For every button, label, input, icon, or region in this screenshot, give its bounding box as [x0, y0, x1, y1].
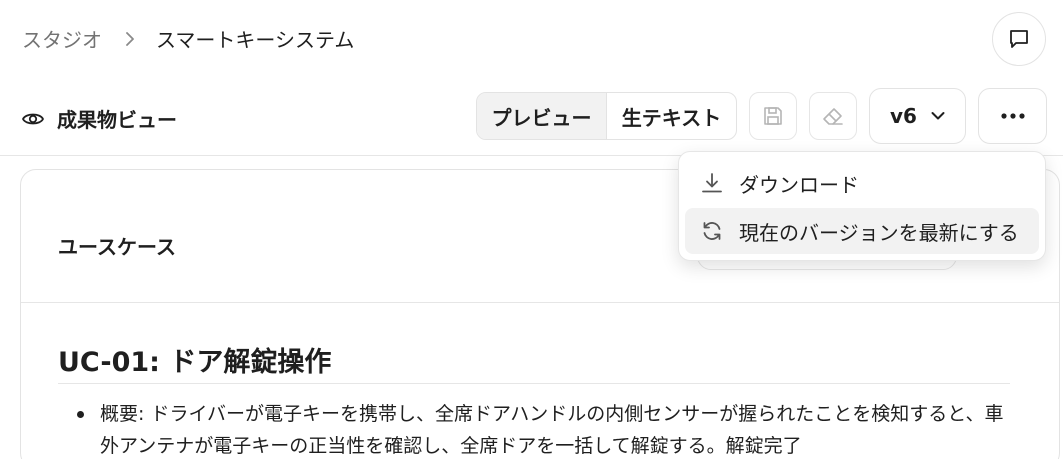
artifact-toolbar: 成果物ビュー プレビュー 生テキスト v6	[0, 78, 1063, 156]
breadcrumb: スタジオ スマートキーシステム	[22, 24, 354, 53]
more-options-menu: ダウンロード 現在のバージョンを最新にする	[678, 151, 1046, 261]
download-icon	[699, 172, 725, 194]
usecase-details: 概要: ドライバーが電子キーを携帯し、全席ドアハンドルの内側センサーが握られたこ…	[58, 398, 1018, 459]
more-horizontal-icon	[1000, 112, 1026, 120]
menu-item-download[interactable]: ダウンロード	[685, 160, 1039, 206]
view-mode-toggle: プレビュー 生テキスト	[476, 92, 737, 140]
top-bar: スタジオ スマートキーシステム	[0, 0, 1063, 78]
eye-icon	[21, 107, 45, 131]
version-select[interactable]: v6	[869, 88, 966, 144]
comment-button[interactable]	[992, 12, 1046, 66]
breadcrumb-studio-link[interactable]: スタジオ	[22, 24, 102, 53]
card-title: ユースケース	[58, 235, 176, 259]
usecase-title: UC-01: ドア解錠操作	[58, 347, 332, 378]
preview-tab[interactable]: プレビュー	[477, 93, 607, 139]
menu-item-set-latest[interactable]: 現在のバージョンを最新にする	[685, 208, 1039, 254]
eraser-icon	[821, 105, 845, 127]
breadcrumb-current: スマートキーシステム	[156, 28, 355, 52]
refresh-icon	[699, 220, 725, 242]
save-button[interactable]	[749, 92, 797, 140]
raw-text-tab[interactable]: 生テキスト	[607, 93, 736, 139]
comment-icon	[1007, 27, 1031, 51]
menu-item-label: ダウンロード	[739, 172, 859, 197]
more-options-button[interactable]	[978, 88, 1047, 144]
menu-item-label: 現在のバージョンを最新にする	[739, 220, 1019, 245]
divider	[58, 383, 1010, 384]
chevron-down-icon	[931, 111, 945, 121]
view-title: 成果物ビュー	[21, 104, 177, 133]
list-item: 概要: ドライバーが電子キーを携帯し、全席ドアハンドルの内側センサーが握られたこ…	[58, 398, 1018, 459]
chevron-right-icon	[124, 31, 136, 46]
erase-button[interactable]	[809, 92, 857, 140]
save-icon	[762, 105, 784, 127]
version-label: v6	[890, 104, 917, 128]
artifact-page: スタジオ スマートキーシステム 成果物ビュー プレビュー 生テキスト v6 ユー…	[0, 0, 1063, 459]
view-title-label: 成果物ビュー	[57, 108, 177, 132]
